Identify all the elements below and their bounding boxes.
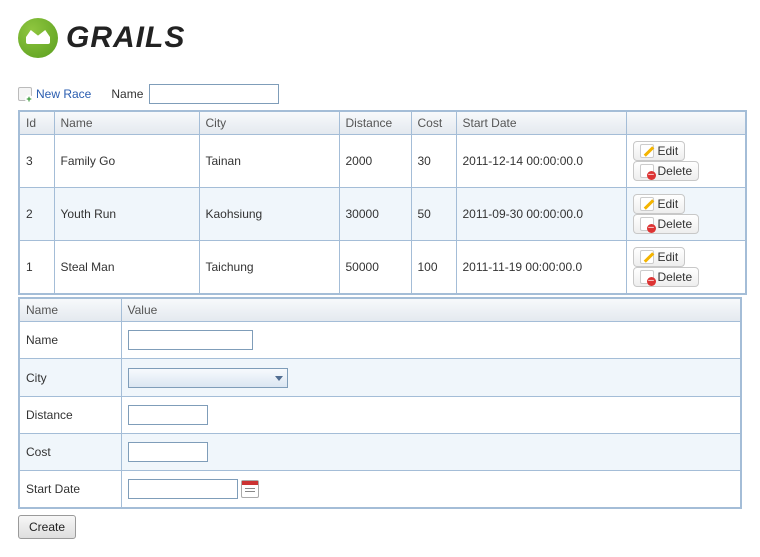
- cell-city: Tainan: [199, 135, 339, 188]
- form-label-distance: Distance: [19, 397, 121, 434]
- col-name[interactable]: Name: [54, 111, 199, 135]
- cell-cost: 30: [411, 135, 456, 188]
- table-header-row: Id Name City Distance Cost Start Date: [19, 111, 746, 135]
- form-label-cost: Cost: [19, 434, 121, 471]
- delete-label: Delete: [658, 270, 693, 284]
- race-table: Id Name City Distance Cost Start Date 3F…: [18, 110, 747, 295]
- delete-button[interactable]: Delete: [633, 214, 700, 234]
- name-input[interactable]: [128, 330, 253, 350]
- cell-name: Family Go: [54, 135, 199, 188]
- cell-name: Steal Man: [54, 241, 199, 295]
- cell-actions: Edit Delete: [626, 241, 746, 295]
- col-id[interactable]: Id: [19, 111, 54, 135]
- name-filter-input[interactable]: [149, 84, 279, 104]
- edit-label: Edit: [658, 250, 679, 264]
- form-row-name: Name: [19, 322, 741, 359]
- form-row-city: City: [19, 359, 741, 397]
- delete-icon: [640, 217, 654, 231]
- new-race-label: New Race: [36, 87, 91, 101]
- edit-icon: [640, 250, 654, 264]
- table-row: 2Youth RunKaohsiung30000502011-09-30 00:…: [19, 188, 746, 241]
- name-filter: Name: [111, 84, 279, 104]
- cell-actions: Edit Delete: [626, 135, 746, 188]
- form-col-value: Value: [121, 298, 741, 322]
- new-race-link[interactable]: New Race: [18, 87, 91, 101]
- create-button[interactable]: Create: [18, 515, 76, 539]
- form-col-name: Name: [19, 298, 121, 322]
- cell-city: Kaohsiung: [199, 188, 339, 241]
- delete-label: Delete: [658, 164, 693, 178]
- delete-button[interactable]: Delete: [633, 161, 700, 181]
- delete-button[interactable]: Delete: [633, 267, 700, 287]
- table-row: 1Steal ManTaichung500001002011-11-19 00:…: [19, 241, 746, 295]
- city-select[interactable]: [128, 368, 288, 388]
- cell-start_date: 2011-12-14 00:00:00.0: [456, 135, 626, 188]
- cell-cost: 100: [411, 241, 456, 295]
- form-label-city: City: [19, 359, 121, 397]
- col-start-date[interactable]: Start Date: [456, 111, 626, 135]
- delete-icon: [640, 164, 654, 178]
- chevron-down-icon: [275, 376, 283, 381]
- cell-id: 2: [19, 188, 54, 241]
- toolbar: New Race Name: [18, 82, 742, 106]
- edit-label: Edit: [658, 197, 679, 211]
- brand-text: GRAILS: [66, 21, 185, 55]
- create-form: Name Value Name City Distance Cost: [18, 297, 742, 509]
- edit-icon: [640, 197, 654, 211]
- cell-cost: 50: [411, 188, 456, 241]
- col-city[interactable]: City: [199, 111, 339, 135]
- distance-input[interactable]: [128, 405, 208, 425]
- cell-start_date: 2011-11-19 00:00:00.0: [456, 241, 626, 295]
- brand-logo: GRAILS: [18, 18, 742, 58]
- cell-id: 3: [19, 135, 54, 188]
- start-date-input[interactable]: [128, 479, 238, 499]
- add-icon: [18, 87, 32, 101]
- cell-id: 1: [19, 241, 54, 295]
- name-filter-label: Name: [111, 87, 143, 101]
- table-row: 3Family GoTainan2000302011-12-14 00:00:0…: [19, 135, 746, 188]
- edit-button[interactable]: Edit: [633, 141, 686, 161]
- cell-name: Youth Run: [54, 188, 199, 241]
- col-distance[interactable]: Distance: [339, 111, 411, 135]
- form-label-start-date: Start Date: [19, 471, 121, 509]
- calendar-icon[interactable]: [241, 480, 259, 498]
- form-row-distance: Distance: [19, 397, 741, 434]
- cell-distance: 2000: [339, 135, 411, 188]
- delete-icon: [640, 270, 654, 284]
- form-row-cost: Cost: [19, 434, 741, 471]
- cell-distance: 50000: [339, 241, 411, 295]
- edit-icon: [640, 144, 654, 158]
- cell-actions: Edit Delete: [626, 188, 746, 241]
- form-row-start-date: Start Date: [19, 471, 741, 509]
- grails-icon: [18, 18, 58, 58]
- edit-button[interactable]: Edit: [633, 194, 686, 214]
- cell-distance: 30000: [339, 188, 411, 241]
- cell-city: Taichung: [199, 241, 339, 295]
- delete-label: Delete: [658, 217, 693, 231]
- edit-label: Edit: [658, 144, 679, 158]
- cell-start_date: 2011-09-30 00:00:00.0: [456, 188, 626, 241]
- cost-input[interactable]: [128, 442, 208, 462]
- col-cost[interactable]: Cost: [411, 111, 456, 135]
- edit-button[interactable]: Edit: [633, 247, 686, 267]
- form-header-row: Name Value: [19, 298, 741, 322]
- form-label-name: Name: [19, 322, 121, 359]
- col-actions: [626, 111, 746, 135]
